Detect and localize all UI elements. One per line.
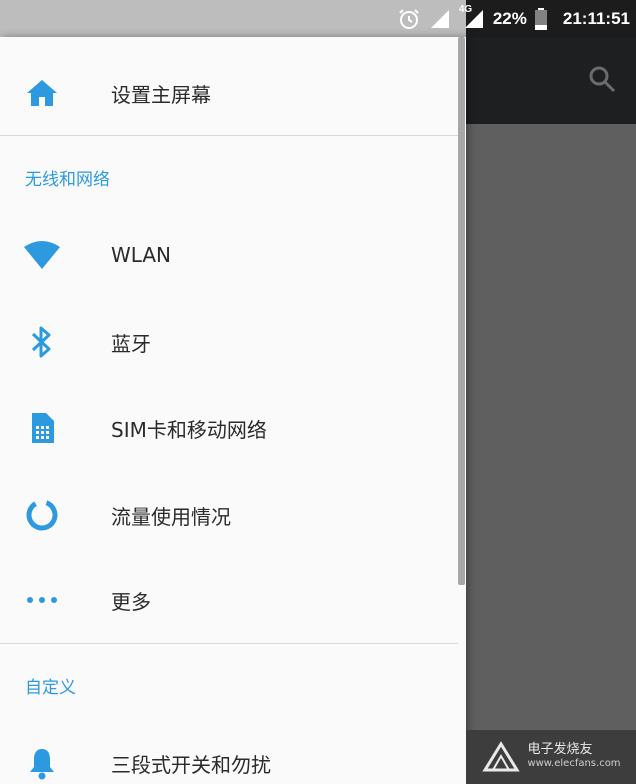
battery-percent: 22% [492, 8, 527, 28]
drawer-item-bluetooth[interactable]: 蓝牙 [0, 316, 458, 368]
section-header-wireless: 无线和网络 [25, 170, 110, 190]
drawer-item-alert-slider[interactable]: 三段式开关和勿扰 [0, 737, 458, 784]
watermark-logo-icon [482, 741, 521, 772]
status-bar: 4G 22% 21:11:51 [0, 0, 636, 37]
bluetooth-icon [22, 322, 62, 362]
wifi-icon [22, 235, 62, 275]
drawer-item-sim-mobile[interactable]: SIM卡和移动网络 [0, 402, 458, 454]
watermark: 电子发烧友 www.elecfans.com [466, 730, 636, 784]
app-bar [466, 37, 636, 124]
search-icon[interactable] [588, 65, 616, 97]
navigation-drawer: 设置主屏幕 无线和网络 WLAN 蓝牙 SIM卡和移动网络 流量使用情况 更多 … [0, 37, 466, 784]
watermark-title: 电子发烧友 [527, 742, 593, 757]
divider [0, 643, 458, 644]
drawer-item-label: 三段式开关和勿扰 [111, 752, 271, 777]
signal-4g-icon: 4G [459, 4, 485, 30]
status-icons: 4G 22% 21:11:51 [397, 0, 630, 37]
drawer-item-data-usage[interactable]: 流量使用情况 [0, 489, 458, 541]
scrollbar[interactable] [458, 37, 465, 585]
alarm-icon [397, 7, 421, 31]
drawer-item-label: 蓝牙 [111, 331, 151, 356]
drawer-item-label: 流量使用情况 [111, 504, 231, 529]
drawer-item-label: SIM卡和移动网络 [111, 417, 267, 442]
drawer-item-more[interactable]: 更多 [0, 574, 458, 626]
drawer-item-label: 设置主屏幕 [111, 82, 211, 107]
more-dots-icon [22, 580, 62, 620]
drawer-item-label: 更多 [111, 589, 151, 614]
watermark-url: www.elecfans.com [527, 758, 621, 769]
section-header-customize: 自定义 [25, 678, 76, 698]
sim-card-icon [22, 408, 62, 448]
divider [0, 135, 458, 136]
signal-icon [429, 8, 451, 30]
drawer-item-wlan[interactable]: WLAN [0, 229, 458, 281]
drawer-item-home-screen[interactable]: 设置主屏幕 [0, 67, 458, 119]
clock: 21:11:51 [562, 8, 630, 28]
data-usage-icon [22, 495, 62, 535]
battery-icon [534, 7, 547, 30]
bell-icon [22, 743, 62, 783]
home-icon [22, 73, 62, 113]
watermark-text: 电子发烧友 www.elecfans.com [527, 743, 620, 771]
network-type-label: 4G [458, 3, 473, 15]
drawer-item-label: WLAN [111, 243, 172, 267]
